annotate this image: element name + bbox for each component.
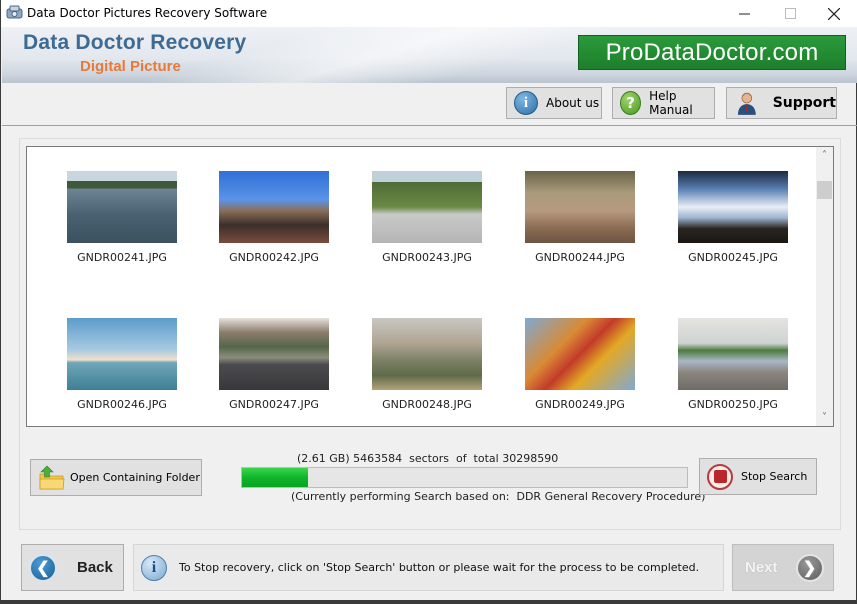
thumbnail-filename: GNDR00248.JPG (382, 398, 472, 411)
thumbnail-filename: GNDR00243.JPG (382, 251, 472, 264)
thumbnail-image (219, 318, 329, 390)
chevron-up-icon: ˄ (822, 150, 827, 161)
app-window: Data Doctor Pictures Recovery Software D… (0, 0, 857, 604)
window-bottom-edge (1, 600, 857, 604)
minimize-icon (738, 13, 750, 15)
close-button[interactable] (811, 0, 857, 27)
about-us-label: About us (546, 96, 600, 110)
thumbnail-image (219, 171, 329, 243)
thumbnail-filename: GNDR00242.JPG (229, 251, 319, 264)
thumbnail-filename: GNDR00244.JPG (535, 251, 625, 264)
thumbnail-filename: GNDR00246.JPG (77, 398, 167, 411)
open-containing-folder-button[interactable]: Open Containing Folder (30, 459, 202, 496)
progress-fill (242, 468, 308, 487)
back-label: Back (77, 559, 113, 576)
brand-subtitle: Digital Picture (80, 58, 181, 75)
chevron-down-icon: ˅ (822, 412, 827, 423)
thumbnail-image (525, 171, 635, 243)
image-thumbnail[interactable]: GNDR00248.JPG (362, 318, 492, 411)
about-us-button[interactable]: i About us (506, 87, 602, 119)
thumbnail-image (372, 171, 482, 243)
title-bar: Data Doctor Pictures Recovery Software (1, 0, 857, 27)
scan-progress-bar (241, 467, 688, 488)
open-folder-label: Open Containing Folder (70, 471, 200, 484)
thumbnail-image (678, 318, 788, 390)
thumbnail-image (372, 318, 482, 390)
thumbnail-image (67, 318, 177, 390)
back-button[interactable]: ❮ Back (21, 544, 124, 591)
help-icon: ? (620, 91, 642, 115)
header-banner: Data Doctor Recovery Digital Picture Pro… (2, 27, 857, 83)
folder-open-icon (39, 465, 65, 490)
thumbnail-filename: GNDR00245.JPG (688, 251, 778, 264)
maximize-button[interactable] (767, 0, 813, 27)
thumbnail-image (525, 318, 635, 390)
next-button[interactable]: Next ❯ (732, 544, 834, 591)
image-thumbnail[interactable]: GNDR00246.JPG (57, 318, 187, 411)
maximize-icon (784, 8, 796, 19)
image-thumbnail[interactable]: GNDR00249.JPG (515, 318, 645, 411)
stop-search-button[interactable]: Stop Search (699, 458, 817, 495)
image-thumbnail[interactable]: GNDR00243.JPG (362, 171, 492, 264)
next-label: Next (745, 559, 778, 576)
stop-icon (707, 463, 733, 490)
close-icon (828, 7, 840, 20)
info-message-bar: i To Stop recovery, click on 'Stop Searc… (133, 544, 724, 591)
header-divider (2, 125, 857, 126)
minimize-button[interactable] (721, 0, 767, 27)
progress-status-text: (2.61 GB) 5463584 sectors of total 30298… (297, 452, 559, 465)
image-thumbnail[interactable]: GNDR00247.JPG (209, 318, 339, 411)
chevron-right-icon: ❯ (795, 553, 824, 582)
thumbnail-filename: GNDR00249.JPG (535, 398, 625, 411)
support-label: Support (772, 95, 836, 111)
procedure-text: (Currently performing Search based on: D… (291, 490, 706, 503)
thumbnail-image (67, 171, 177, 243)
stop-search-label: Stop Search (741, 470, 808, 483)
gallery-scrollbar[interactable]: ˄ ˅ (816, 147, 833, 426)
help-manual-label: Help Manual (649, 89, 693, 117)
image-thumbnail[interactable]: GNDR00245.JPG (668, 171, 798, 264)
recovered-images-gallery[interactable]: GNDR00241.JPG GNDR00242.JPG GNDR00243.JPG G… (26, 146, 834, 427)
scroll-up-button[interactable]: ˄ (816, 147, 833, 164)
support-person-icon (737, 92, 756, 115)
thumbnail-filename: GNDR00241.JPG (77, 251, 167, 264)
thumbnail-filename: GNDR00250.JPG (688, 398, 778, 411)
help-manual-button[interactable]: ? Help Manual (612, 87, 715, 119)
support-button[interactable]: Support (726, 87, 837, 119)
window-title: Data Doctor Pictures Recovery Software (27, 6, 268, 20)
image-thumbnail[interactable]: GNDR00244.JPG (515, 171, 645, 264)
prodatadoctor-link[interactable]: ProDataDoctor.com (578, 35, 846, 70)
info-icon: i (514, 91, 538, 115)
image-thumbnail[interactable]: GNDR00241.JPG (57, 171, 187, 264)
thumbnail-image (678, 171, 788, 243)
app-icon (6, 5, 23, 19)
brand-title: Data Doctor Recovery (23, 31, 247, 54)
image-thumbnail[interactable]: GNDR00242.JPG (209, 171, 339, 264)
chevron-left-icon: ❮ (29, 553, 57, 582)
scroll-thumb[interactable] (817, 181, 832, 199)
image-thumbnail[interactable]: GNDR00250.JPG (668, 318, 798, 411)
scroll-down-button[interactable]: ˅ (816, 409, 833, 426)
info-icon: i (141, 554, 167, 581)
thumbnail-filename: GNDR00247.JPG (229, 398, 319, 411)
info-message: To Stop recovery, click on 'Stop Search'… (179, 561, 700, 574)
